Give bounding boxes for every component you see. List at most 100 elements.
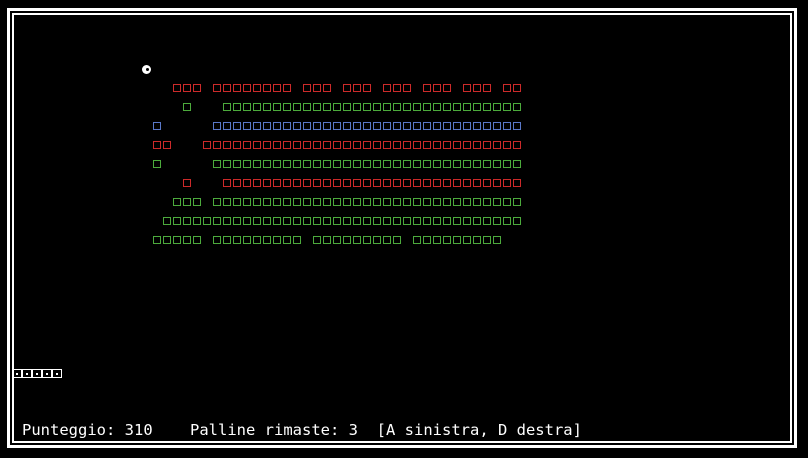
brick [473, 198, 481, 206]
brick [373, 103, 381, 111]
brick [363, 160, 371, 168]
brick [273, 236, 281, 244]
brick [423, 122, 431, 130]
brick [453, 198, 461, 206]
brick [223, 236, 231, 244]
brick [213, 198, 221, 206]
brick [343, 141, 351, 149]
brick [303, 84, 311, 92]
brick [433, 179, 441, 187]
brick [363, 217, 371, 225]
brick [293, 179, 301, 187]
brick [443, 84, 451, 92]
brick [343, 217, 351, 225]
brick [453, 141, 461, 149]
brick [383, 103, 391, 111]
brick [393, 103, 401, 111]
brick [303, 198, 311, 206]
brick [413, 236, 421, 244]
brick [233, 160, 241, 168]
brick [313, 160, 321, 168]
brick [323, 160, 331, 168]
brick [483, 84, 491, 92]
brick [173, 217, 181, 225]
brick [503, 217, 511, 225]
paddle[interactable] [12, 369, 62, 378]
brick [463, 141, 471, 149]
brick [403, 198, 411, 206]
brick [233, 141, 241, 149]
brick [453, 103, 461, 111]
brick [223, 122, 231, 130]
brick [223, 198, 231, 206]
brick [353, 160, 361, 168]
brick [213, 141, 221, 149]
brick [433, 198, 441, 206]
brick [483, 160, 491, 168]
brick [393, 122, 401, 130]
brick [253, 217, 261, 225]
brick [193, 84, 201, 92]
brick [513, 179, 521, 187]
brick [433, 103, 441, 111]
brick [303, 179, 311, 187]
brick [363, 198, 371, 206]
brick [303, 160, 311, 168]
brick [253, 84, 261, 92]
score-value: 310 [124, 421, 153, 439]
brick [493, 160, 501, 168]
brick [493, 141, 501, 149]
brick [223, 217, 231, 225]
brick [423, 103, 431, 111]
brick [363, 179, 371, 187]
brick [183, 198, 191, 206]
brick [413, 179, 421, 187]
brick [363, 122, 371, 130]
brick [433, 236, 441, 244]
brick [383, 122, 391, 130]
brick [283, 141, 291, 149]
brick [473, 236, 481, 244]
brick [193, 236, 201, 244]
brick [273, 198, 281, 206]
ball [142, 65, 151, 74]
brick [273, 217, 281, 225]
brick [223, 141, 231, 149]
brick [153, 236, 161, 244]
brick [253, 141, 261, 149]
brick [313, 217, 321, 225]
brick [183, 217, 191, 225]
brick [323, 122, 331, 130]
brick [383, 236, 391, 244]
brick [263, 179, 271, 187]
brick [493, 236, 501, 244]
brick [373, 217, 381, 225]
brick [193, 198, 201, 206]
brick [223, 160, 231, 168]
brick [403, 179, 411, 187]
brick [423, 179, 431, 187]
brick [263, 217, 271, 225]
brick [333, 122, 341, 130]
brick [413, 217, 421, 225]
brick [503, 160, 511, 168]
brick [343, 160, 351, 168]
brick [183, 103, 191, 111]
brick [313, 103, 321, 111]
brick [223, 84, 231, 92]
brick [153, 141, 161, 149]
balls-value: 3 [348, 421, 358, 439]
brick [373, 122, 381, 130]
brick [443, 103, 451, 111]
brick [253, 198, 261, 206]
game-board [0, 0, 808, 458]
brick [413, 122, 421, 130]
brick [163, 236, 171, 244]
controls-hint: [A sinistra, D destra] [376, 421, 582, 439]
brick [253, 160, 261, 168]
brick [403, 217, 411, 225]
brick [293, 103, 301, 111]
brick [423, 236, 431, 244]
brick [443, 198, 451, 206]
brick [343, 122, 351, 130]
